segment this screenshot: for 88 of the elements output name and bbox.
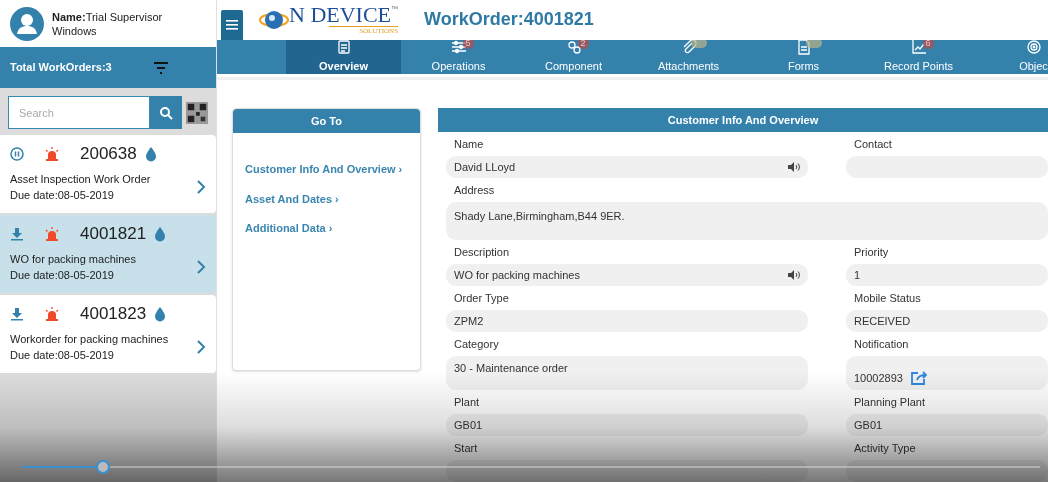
drop-icon [144, 146, 157, 162]
goto-link[interactable]: Asset And Dates › [245, 190, 420, 207]
drop-icon [154, 226, 167, 242]
field-label: Category [453, 336, 500, 352]
filter-icon[interactable] [154, 60, 168, 75]
field-value[interactable]: WO for packing machines [446, 264, 808, 286]
field-label: Name [453, 136, 485, 152]
tab[interactable]: 2 Component [516, 39, 631, 74]
work-order-card[interactable]: 4001823 Workorder for packing machines Due date:08-05-2019 [0, 295, 216, 373]
field-label: Notification [853, 336, 910, 352]
field-value[interactable]: 1 [846, 264, 1048, 286]
field-label: Order Type [453, 290, 510, 306]
menu-button[interactable] [221, 9, 243, 40]
siren-icon [44, 306, 60, 322]
field-value[interactable]: 10002893 [846, 356, 1048, 390]
chart-icon [910, 39, 927, 55]
tab[interactable]: 5 Operations [401, 39, 516, 74]
download-icon [10, 307, 24, 321]
field-value[interactable]: David LLoyd [446, 156, 808, 178]
field-label: Plant [453, 394, 481, 410]
sliders-icon [450, 39, 467, 55]
work-order-card[interactable]: 200638 Asset Inspection Work Order Due date:08-05-2019 [0, 135, 216, 213]
search-field[interactable]: Search [8, 96, 150, 129]
goto-link[interactable]: Customer Info And Overview › [245, 161, 420, 178]
panel-header: Customer Info And Overview [438, 108, 1048, 132]
field-label: Start [453, 440, 479, 456]
field-label: Description [453, 244, 511, 260]
field-label: Mobile Status [853, 290, 922, 306]
tab[interactable]: Attachments [631, 39, 746, 74]
siren-icon [44, 226, 60, 242]
field-value[interactable]: RECEIVED [846, 310, 1048, 332]
field-label: Planning Plant [853, 394, 926, 410]
field-value[interactable] [846, 460, 1048, 482]
tab[interactable]: Forms [746, 39, 861, 74]
logo-text: N DEVICE [289, 4, 392, 27]
siren-icon [44, 146, 60, 162]
empty-badge [805, 39, 822, 48]
drop-icon [154, 306, 167, 322]
tab[interactable]: 6 Record Points [861, 39, 976, 74]
work-order-number: 200638 [80, 143, 137, 166]
empty-badge [690, 39, 707, 48]
goto-link[interactable]: Additional Data › [245, 220, 420, 237]
field-label: Address [453, 182, 496, 198]
download-icon [10, 227, 24, 241]
menu-icon[interactable] [226, 19, 238, 30]
chevron-right-icon [196, 259, 206, 275]
speaker-icon [788, 162, 800, 172]
due-date: Due date:08-05-2019 [10, 188, 115, 203]
speaker-icon [788, 270, 800, 280]
field-label: Contact [853, 136, 893, 152]
goto-header: Go To [233, 109, 420, 133]
due-date: Due date:08-05-2019 [10, 348, 115, 363]
field-value[interactable]: GB01 [846, 414, 1048, 436]
search-icon[interactable] [159, 105, 173, 120]
pause-icon [10, 147, 24, 161]
field-label: Activity Type [853, 440, 917, 456]
tab[interactable]: Objec [976, 39, 1048, 74]
chevron-right-icon [196, 179, 206, 195]
count-badge: 2 [577, 39, 589, 49]
user-name: Name:Trial Supervisor [52, 9, 163, 24]
work-order-number: 4001821 [80, 223, 147, 246]
target-icon [1025, 39, 1042, 55]
field-value[interactable]: ZPM2 [446, 310, 808, 332]
work-order-title: Workorder for packing machines [10, 332, 169, 347]
work-order-card[interactable]: 4001821 WO for packing machines Due date:08-05-2019 [0, 215, 216, 293]
share-icon[interactable] [910, 370, 927, 385]
count-badge: 6 [922, 39, 934, 49]
user-device: Windows [52, 23, 98, 38]
sidebar-header: Total WorkOrders:3 [0, 47, 216, 88]
qr-code-icon[interactable] [186, 100, 208, 125]
gears-icon [565, 39, 582, 55]
field-value[interactable]: Shady Lane,Birmingham,B44 9ER. [446, 202, 1048, 240]
form-icon [795, 39, 812, 55]
field-value[interactable]: GB01 [446, 414, 808, 436]
field-value[interactable]: 30 - Maintenance order [446, 356, 808, 390]
avatar-icon [10, 6, 44, 41]
work-order-title: Asset Inspection Work Order [10, 172, 151, 187]
search-button[interactable] [150, 96, 182, 129]
page-title: WorkOrder:4001821 [424, 8, 594, 32]
document-icon [335, 39, 352, 55]
count-badge: 5 [462, 39, 474, 49]
work-order-number: 4001823 [80, 303, 147, 326]
tab[interactable]: Overview [286, 39, 401, 74]
field-value[interactable] [446, 460, 808, 482]
chevron-right-icon [196, 339, 206, 355]
field-label: Priority [853, 244, 890, 260]
due-date: Due date:08-05-2019 [10, 268, 115, 283]
work-order-title: WO for packing machines [10, 252, 136, 267]
